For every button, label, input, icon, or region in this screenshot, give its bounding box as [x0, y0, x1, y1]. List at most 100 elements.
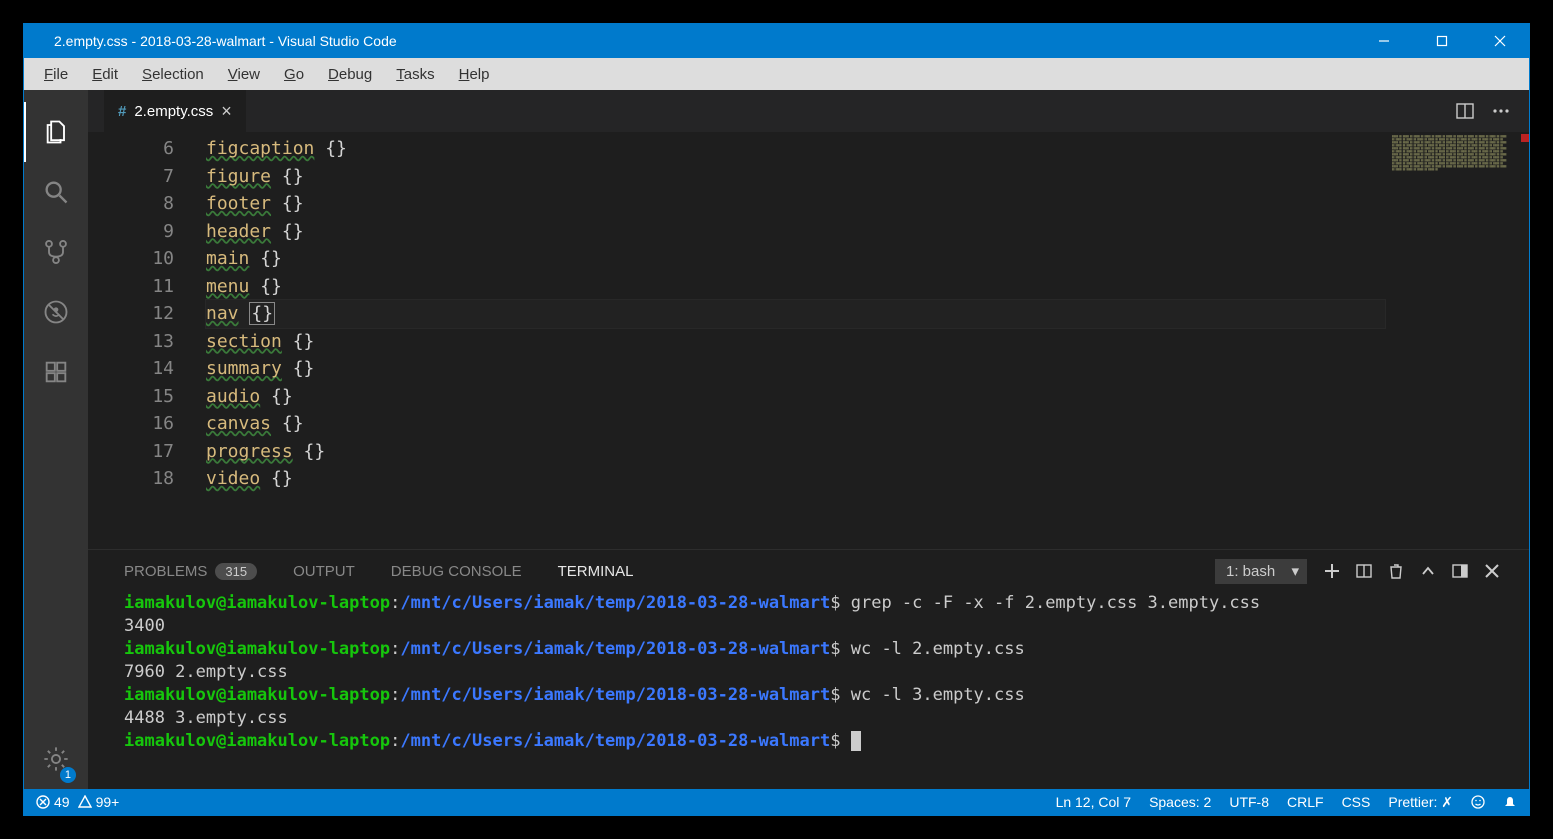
line-number: 14 [88, 355, 174, 383]
tab-2-empty-css[interactable]: # 2.empty.css × [104, 90, 246, 132]
files-icon [43, 118, 71, 146]
smiley-icon [1471, 795, 1485, 809]
menu-go[interactable]: Go [272, 62, 316, 87]
git-icon [42, 238, 70, 266]
line-number: 11 [88, 273, 174, 301]
minimize-button[interactable] [1355, 24, 1413, 58]
statusbar: 49 99+ Ln 12, Col 7 Spaces: 2 UTF-8 CRLF… [24, 789, 1529, 815]
warnings-status[interactable]: 99+ [78, 794, 120, 810]
close-button[interactable] [1471, 24, 1529, 58]
menu-debug[interactable]: Debug [316, 62, 384, 87]
close-panel-icon[interactable] [1483, 562, 1501, 580]
line-number: 13 [88, 328, 174, 356]
window-title: 2.empty.css - 2018-03-28-walmart - Visua… [54, 33, 1355, 49]
error-icon [36, 795, 50, 809]
panel-tab-output[interactable]: OUTPUT [293, 563, 355, 580]
line-number: 17 [88, 438, 174, 466]
menu-selection[interactable]: Selection [130, 62, 216, 87]
maximize-icon [1435, 34, 1449, 48]
extensions-tab[interactable] [24, 342, 88, 402]
line-number: 10 [88, 245, 174, 273]
vscode-window: 2.empty.css - 2018-03-28-walmart - Visua… [23, 23, 1530, 816]
menu-help[interactable]: Help [447, 62, 502, 87]
code-line[interactable]: menu {} [206, 273, 1385, 301]
split-terminal-icon[interactable] [1355, 562, 1373, 580]
menu-edit[interactable]: Edit [80, 62, 130, 87]
terminal-line: 7960 2.empty.css [124, 661, 1501, 684]
more-icon[interactable] [1491, 101, 1511, 121]
panel-tab-terminal[interactable]: TERMINAL [558, 563, 634, 580]
minimap[interactable]: █████ ██ █████ ██ █████ ██ █████ ██ ████… [1385, 132, 1515, 549]
debug-icon [42, 298, 70, 326]
terminal-line: iamakulov@iamakulov-laptop:/mnt/c/Users/… [124, 638, 1501, 661]
editor-content[interactable]: figcaption {}figure {}footer {}header {}… [206, 132, 1385, 549]
cursor-position[interactable]: Ln 12, Col 7 [1056, 794, 1132, 810]
line-numbers: 6789101112131415161718 [88, 132, 206, 549]
problems-label: PROBLEMS [124, 563, 207, 580]
menu-view[interactable]: View [216, 62, 272, 87]
kill-terminal-icon[interactable] [1387, 562, 1405, 580]
tab-label: 2.empty.css [134, 103, 213, 120]
terminal-line: 4488 3.empty.css [124, 707, 1501, 730]
panel-tab-debug-console[interactable]: DEBUG CONSOLE [391, 563, 522, 580]
explorer-tab[interactable] [24, 102, 88, 162]
line-number: 16 [88, 410, 174, 438]
code-line[interactable]: figure {} [206, 163, 1385, 191]
settings-button[interactable]: 1 [24, 729, 88, 789]
code-line[interactable]: progress {} [206, 438, 1385, 466]
language-status[interactable]: CSS [1342, 794, 1371, 810]
activity-bar: 1 [24, 90, 88, 789]
editor-area[interactable]: 6789101112131415161718 figcaption {}figu… [88, 132, 1529, 549]
terminal-select[interactable]: 1: bash [1215, 559, 1307, 584]
tab-close-button[interactable]: × [221, 102, 232, 120]
bell-icon [1503, 795, 1517, 809]
menu-file[interactable]: File [32, 62, 80, 87]
code-line[interactable]: section {} [206, 328, 1385, 356]
prettier-status[interactable]: Prettier: ✗ [1388, 794, 1453, 811]
maximize-panel-icon[interactable] [1419, 562, 1437, 580]
eol-status[interactable]: CRLF [1287, 794, 1324, 810]
code-line[interactable]: footer {} [206, 190, 1385, 218]
editor-tabs: # 2.empty.css × [88, 90, 1529, 132]
new-terminal-icon[interactable] [1323, 562, 1341, 580]
terminal-content[interactable]: iamakulov@iamakulov-laptop:/mnt/c/Users/… [124, 592, 1501, 789]
line-number: 15 [88, 383, 174, 411]
search-tab[interactable] [24, 162, 88, 222]
code-line[interactable]: canvas {} [206, 410, 1385, 438]
code-line[interactable]: nav {} [206, 300, 1385, 328]
line-number: 18 [88, 465, 174, 493]
overview-ruler[interactable] [1515, 132, 1529, 549]
warning-icon [78, 795, 92, 809]
code-line[interactable]: summary {} [206, 355, 1385, 383]
errors-status[interactable]: 49 [36, 794, 70, 810]
editor-actions [1455, 90, 1529, 132]
code-line[interactable]: video {} [206, 465, 1385, 493]
panel: PROBLEMS 315 OUTPUT DEBUG CONSOLE TERMIN… [88, 549, 1529, 789]
menu-tasks[interactable]: Tasks [384, 62, 446, 87]
titlebar: 2.empty.css - 2018-03-28-walmart - Visua… [24, 24, 1529, 58]
terminal-line: iamakulov@iamakulov-laptop:/mnt/c/Users/… [124, 592, 1501, 615]
code-line[interactable]: main {} [206, 245, 1385, 273]
split-editor-icon[interactable] [1455, 101, 1475, 121]
search-icon [42, 178, 70, 206]
source-control-tab[interactable] [24, 222, 88, 282]
maximize-button[interactable] [1413, 24, 1471, 58]
feedback-button[interactable] [1471, 795, 1485, 809]
notifications-button[interactable] [1503, 795, 1517, 809]
window-controls [1355, 24, 1529, 58]
line-number: 6 [88, 135, 174, 163]
problems-count: 315 [215, 563, 257, 580]
indentation-status[interactable]: Spaces: 2 [1149, 794, 1211, 810]
code-line[interactable]: audio {} [206, 383, 1385, 411]
line-number: 7 [88, 163, 174, 191]
code-line[interactable]: header {} [206, 218, 1385, 246]
settings-badge: 1 [60, 767, 76, 783]
move-panel-icon[interactable] [1451, 562, 1469, 580]
debug-tab[interactable] [24, 282, 88, 342]
encoding-status[interactable]: UTF-8 [1229, 794, 1269, 810]
code-line[interactable]: figcaption {} [206, 135, 1385, 163]
line-number: 12 [88, 300, 174, 328]
panel-tab-problems[interactable]: PROBLEMS 315 [124, 563, 257, 580]
terminal-line: 3400 [124, 615, 1501, 638]
body: 1 # 2.empty.css × 6789101112131415161718 [24, 90, 1529, 789]
